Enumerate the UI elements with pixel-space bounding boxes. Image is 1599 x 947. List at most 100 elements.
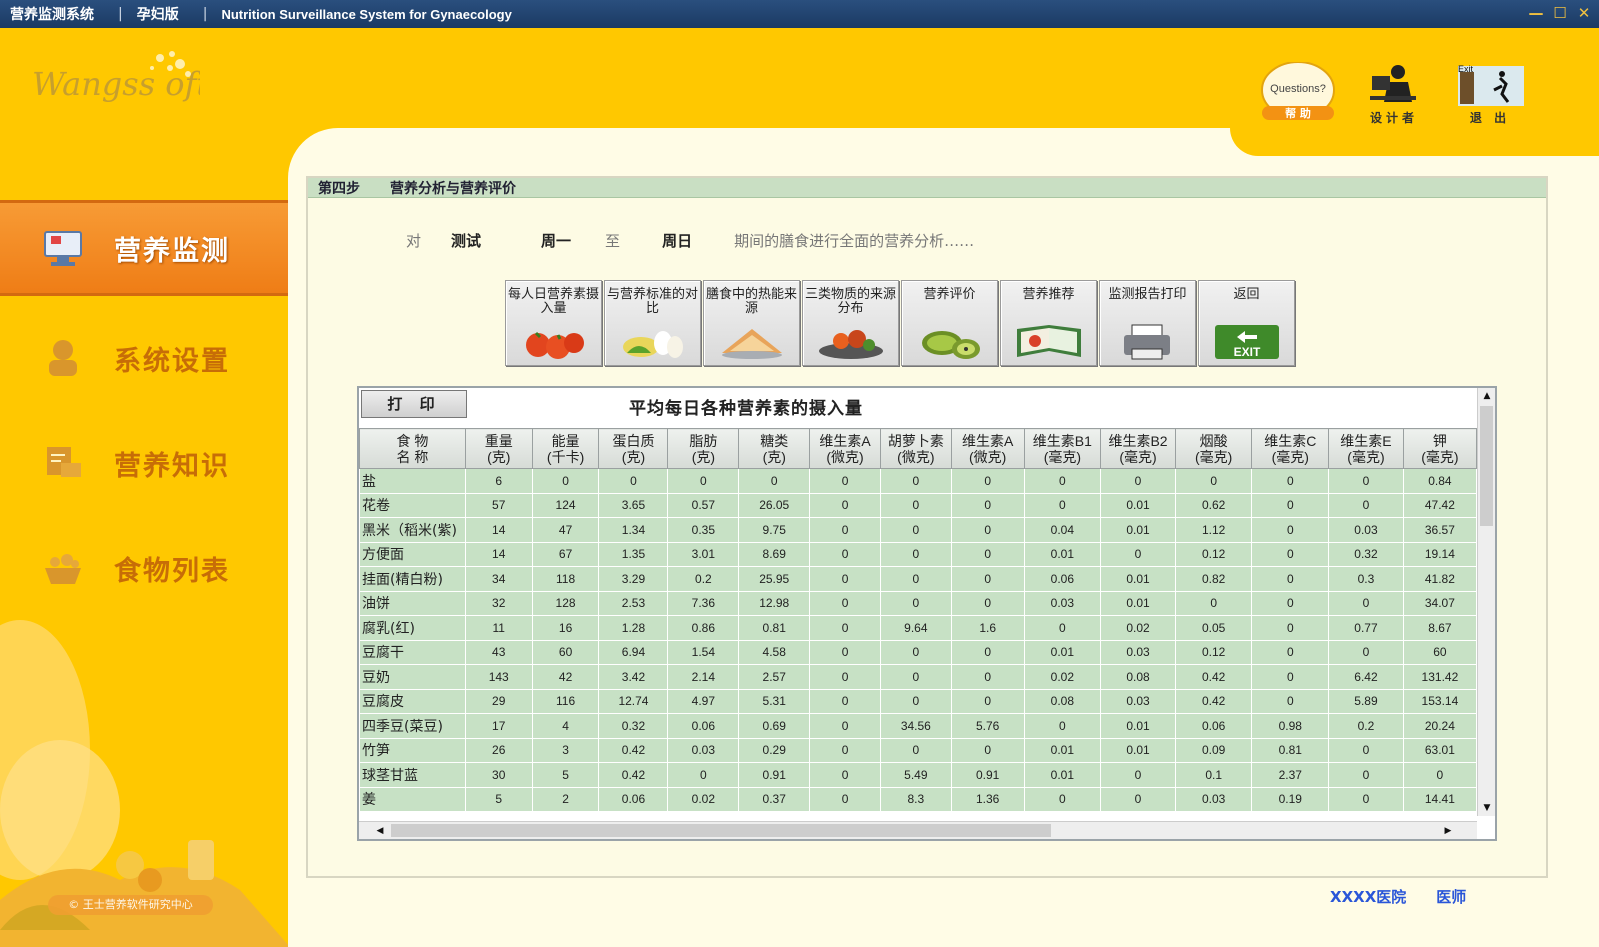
bread-icon — [722, 329, 782, 359]
table-cell: 3.01 — [667, 541, 740, 567]
column-header[interactable]: 胡萝卜素 (微克) — [879, 428, 952, 469]
table-row[interactable]: 黑米（稻米(紫) 14 47 1.34 0.35 9.75 0 0 0 0.04 0.01 1.12 0… — [359, 517, 1477, 543]
table-cell: 1.36 — [950, 786, 1025, 812]
column-header[interactable]: 重量 (克) — [464, 428, 533, 469]
column-header[interactable]: 维生素A (微克) — [950, 428, 1025, 469]
scroll-down-icon[interactable]: ▼ — [1478, 800, 1496, 816]
table-cell: 36.57 — [1402, 517, 1477, 543]
print-button[interactable]: 打 印 — [361, 390, 467, 418]
column-header[interactable]: 维生素A (微克) — [809, 428, 881, 469]
table-cell: 43 — [464, 639, 533, 665]
table-cell: 34 — [464, 566, 533, 592]
table-cell: 0.2 — [1328, 713, 1404, 739]
table-cell: 17 — [464, 713, 533, 739]
table-cell: 29 — [464, 688, 533, 714]
maximize-button[interactable]: ☐ — [1551, 3, 1569, 23]
table-row[interactable]: 球茎甘蓝 30 5 0.42 0 0.91 0 5.49 0.91 0.01 0 0.1 2.37 0 0 — [359, 762, 1477, 788]
horizontal-scrollbar[interactable]: ◀ ▶ — [359, 821, 1477, 839]
scroll-right-icon[interactable]: ▶ — [1439, 822, 1457, 840]
table-row[interactable]: 挂面(精白粉) 34 118 3.29 0.2 25.95 0 0 0 0.06 0.01 0.82 0… — [359, 566, 1477, 592]
table-cell: 0.81 — [738, 615, 811, 641]
table-cell: 25.95 — [738, 566, 811, 592]
scroll-thumb[interactable] — [1480, 406, 1493, 526]
column-header[interactable]: 蛋白质 (克) — [598, 428, 669, 469]
sidebar-item-system-settings[interactable]: 系统设置 — [0, 310, 290, 406]
table-cell: 57 — [464, 492, 533, 518]
printer-icon — [1124, 324, 1170, 360]
sidebar-item-nutrition-knowledge[interactable]: 营养知识 — [0, 415, 290, 511]
table-cell: 0.37 — [738, 786, 811, 812]
table-cell: 0.29 — [738, 737, 811, 763]
table-cell: 128 — [531, 590, 600, 616]
table-row[interactable]: 腐乳(红) 11 16 1.28 0.86 0.81 0 9.64 1.6 0 0.02 0.05 0 0… — [359, 615, 1477, 641]
table-cell: 0.06 — [598, 786, 669, 812]
table-cell: 0.03 — [1174, 786, 1253, 812]
scroll-left-icon[interactable]: ◀ — [371, 822, 389, 840]
table-cell: 26 — [464, 737, 533, 763]
button-label: 监测报告打印 — [1108, 287, 1187, 302]
nutrition-recommendation-button[interactable]: 营养推荐 — [1000, 280, 1097, 366]
table-cell: 3 — [531, 737, 600, 763]
table-row[interactable]: 花卷 57 124 3.65 0.57 26.05 0 0 0 0 0.01 0.62 0 0 47.42 — [359, 492, 1477, 518]
column-header[interactable]: 维生素B2 (毫克) — [1100, 428, 1176, 469]
column-header[interactable]: 维生素B1 (毫克) — [1023, 428, 1102, 469]
sidebar-item-label: 营养监测 — [114, 235, 230, 267]
table-cell: 2 — [531, 786, 600, 812]
sidebar-item-nutrition-monitoring[interactable]: 营养监测 — [0, 200, 290, 296]
designer-button[interactable]: 设计者 — [1354, 62, 1434, 126]
food-basket-icon — [38, 543, 88, 593]
column-header[interactable]: 糖类 (克) — [738, 428, 811, 469]
food-name-cell: 豆腐皮 — [359, 688, 466, 714]
food-name-cell: 四季豆(菜豆) — [359, 713, 466, 739]
table-cell: 41.82 — [1402, 566, 1477, 592]
table-cell: 0 — [950, 468, 1025, 494]
table-cell: 0 — [1100, 762, 1176, 788]
nutrition-evaluation-button[interactable]: 营养评价 — [901, 280, 998, 366]
table-row[interactable]: 竹笋 26 3 0.42 0.03 0.29 0 0 0 0.01 0.01 0.09 0.81 0 63.… — [359, 737, 1477, 763]
table-cell: 0.12 — [1174, 541, 1253, 567]
table-row[interactable]: 油饼 32 128 2.53 7.36 12.98 0 0 0 0.03 0.01 0 0 0 34.07 — [359, 590, 1477, 616]
close-button[interactable]: ✕ — [1575, 3, 1593, 23]
exit-button[interactable]: Exit 退 出 — [1450, 62, 1530, 126]
table-row[interactable]: 姜 5 2 0.06 0.02 0.37 0 8.3 1.36 0 0 0.03 0.19 0 14.41 — [359, 786, 1477, 812]
table-cell: 0 — [1100, 786, 1176, 812]
table-cell: 0 — [1328, 639, 1404, 665]
standard-comparison-button[interactable]: 与营养标准的对比 — [604, 280, 701, 366]
daily-intake-button[interactable]: 每人日营养素摄入量 — [505, 280, 602, 366]
column-header[interactable]: 能量 (千卡) — [531, 428, 600, 469]
substance-distribution-button[interactable]: 三类物质的来源分布 — [802, 280, 899, 366]
energy-source-button[interactable]: 膳食中的热能来源 — [703, 280, 800, 366]
table-cell: 34.56 — [879, 713, 952, 739]
column-header[interactable]: 烟酸 (毫克) — [1174, 428, 1253, 469]
table-cell: 0 — [531, 468, 600, 494]
table-cell: 4.58 — [738, 639, 811, 665]
minimize-button[interactable]: — — [1527, 3, 1545, 23]
column-header[interactable]: 钾 (毫克) — [1402, 428, 1477, 469]
table-row[interactable]: 豆奶 143 42 3.42 2.14 2.57 0 0 0 0.02 0.08 0.42 0 6.42 1… — [359, 664, 1477, 690]
table-cell: 5.76 — [950, 713, 1025, 739]
table-row[interactable]: 豆腐干 43 60 6.94 1.54 4.58 0 0 0 0.01 0.03 0.12 0 0 60 — [359, 639, 1477, 665]
table-cell: 0.62 — [1174, 492, 1253, 518]
table-cell: 0 — [879, 688, 952, 714]
vertical-scrollbar[interactable]: ▲ ▼ — [1477, 388, 1495, 816]
table-cell: 0.05 — [1174, 615, 1253, 641]
table-row[interactable]: 方便面 14 67 1.35 3.01 8.69 0 0 0 0.01 0 0.12 0 0.32 19.1… — [359, 541, 1477, 567]
help-button[interactable]: Questions? 帮 助 — [1258, 61, 1338, 126]
column-header[interactable]: 维生素C (毫克) — [1251, 428, 1330, 469]
table-row[interactable]: 盐 6 0 0 0 0 0 0 0 0 0 0 0 0 0.84 — [359, 468, 1477, 494]
report-print-button[interactable]: 监测报告打印 — [1099, 280, 1196, 366]
column-header[interactable]: 脂肪 (克) — [667, 428, 740, 469]
english-title: Nutrition Surveillance System for Gynaec… — [221, 6, 512, 22]
table-cell: 0.91 — [738, 762, 811, 788]
column-header[interactable]: 维生素E (毫克) — [1328, 428, 1404, 469]
column-header[interactable]: 食 物 名 称 — [359, 428, 466, 469]
scroll-thumb[interactable] — [391, 824, 1051, 837]
table-row[interactable]: 四季豆(菜豆) 17 4 0.32 0.06 0.69 0 34.56 5.76 0 0.01 0.0… — [359, 713, 1477, 739]
table-row[interactable]: 豆腐皮 29 116 12.74 4.97 5.31 0 0 0 0.08 0.03 0.42 0 5.8… — [359, 688, 1477, 714]
scroll-up-icon[interactable]: ▲ — [1478, 388, 1496, 404]
table-cell: 11 — [464, 615, 533, 641]
to-day: 周日 — [662, 232, 693, 250]
table-cell: 116 — [531, 688, 600, 714]
food-name-cell: 腐乳(红) — [359, 615, 466, 641]
return-button[interactable]: 返回 EXIT — [1198, 280, 1295, 366]
